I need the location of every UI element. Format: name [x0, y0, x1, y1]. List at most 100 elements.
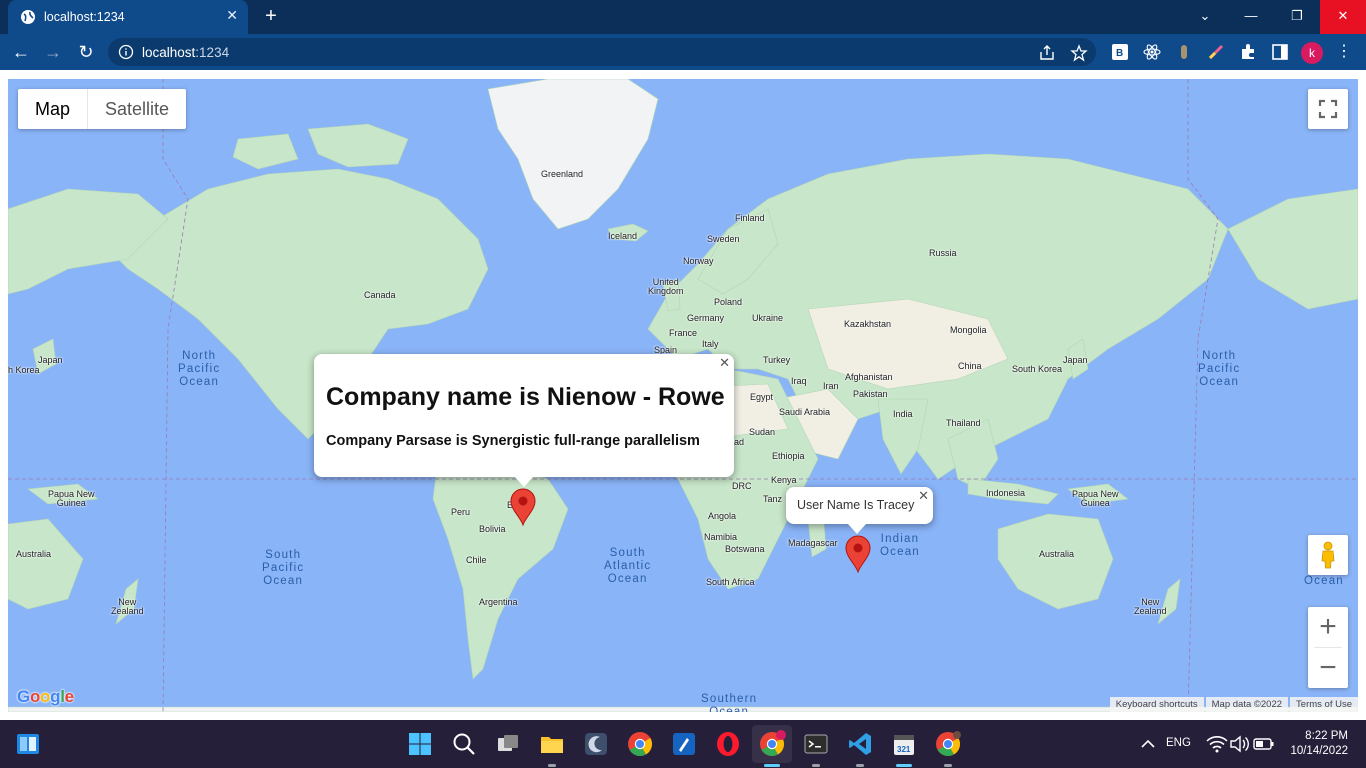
label-japan-right: Japan	[1063, 355, 1088, 365]
url-port: :1234	[195, 45, 230, 60]
info-window-company: ✕ Company name is Nienow - Rowe Company …	[314, 354, 734, 487]
color-picker-icon[interactable]	[1207, 43, 1225, 61]
file-explorer-icon[interactable]	[538, 730, 566, 758]
search-icon[interactable]	[450, 730, 478, 758]
chrome-icon[interactable]	[626, 730, 654, 758]
info-window-close-icon[interactable]: ✕	[719, 355, 730, 371]
clock-time: 8:22 PM	[1305, 730, 1348, 742]
start-windows-icon[interactable]	[406, 730, 434, 758]
label-indonesia: Indonesia	[986, 488, 1026, 498]
street-view-pegman-button[interactable]	[1308, 535, 1348, 575]
bookmark-star-icon[interactable]	[1070, 44, 1088, 62]
label-thailand: Thailand	[946, 418, 981, 428]
info-window-close-icon[interactable]: ✕	[918, 488, 929, 504]
tab-title: localhost:1234	[44, 10, 125, 24]
google-logo[interactable]: Google	[17, 687, 74, 707]
keyboard-shortcuts-link[interactable]: Keyboard shortcuts	[1109, 697, 1204, 712]
label-north-pacific-left: North Pacific Ocean	[178, 350, 221, 388]
label-south-africa: South Africa	[706, 577, 755, 587]
chrome-canary-icon[interactable]	[934, 730, 962, 758]
fullscreen-button[interactable]	[1308, 89, 1348, 129]
side-panel-icon[interactable]	[1271, 43, 1289, 61]
map-marker-indian-ocean[interactable]	[844, 535, 872, 573]
vscode-icon[interactable]	[846, 730, 874, 758]
tab-close-icon[interactable]: ✕	[226, 7, 238, 24]
system-clock[interactable]: 8:22 PM 10/14/2022	[1284, 729, 1348, 759]
label-turkey: Turkey	[763, 355, 791, 365]
widgets-icon[interactable]	[14, 730, 42, 758]
info-window-tail	[848, 524, 866, 534]
address-bar[interactable]: localhost:1234	[108, 38, 1096, 66]
extensions-puzzle-icon[interactable]	[1239, 43, 1257, 61]
share-icon[interactable]	[1038, 44, 1056, 62]
label-drc: DRC	[732, 481, 752, 491]
more-menu-icon[interactable]: ⋮	[1336, 42, 1352, 62]
chrome-profile-icon[interactable]	[758, 730, 786, 758]
label-greenland: Greenland	[541, 169, 584, 179]
label-france: France	[669, 328, 698, 338]
browser-tab-bar: localhost:1234 ✕ + ⌄ — ❐ ✕	[0, 0, 1366, 34]
label-india: India	[893, 409, 913, 419]
label-sweden: Sweden	[707, 234, 740, 244]
map-type-satellite-button[interactable]: Satellite	[87, 89, 186, 129]
user-name-text: User Name Is Tracey	[797, 498, 915, 512]
clock-date: 10/14/2022	[1290, 745, 1348, 757]
company-name-heading: Company name is Nienow - Rowe	[326, 383, 725, 411]
url-host: localhost	[142, 45, 196, 60]
extension-flask-icon[interactable]	[1175, 43, 1193, 61]
info-window-tail	[515, 477, 533, 487]
tray-chevron-up-icon[interactable]	[1134, 730, 1162, 758]
label-saudi-arabia: Saudi Arabia	[779, 407, 831, 417]
tab-search-icon[interactable]: ⌄	[1182, 0, 1228, 34]
label-united-kingdom: United Kingdom	[648, 277, 684, 296]
clapperboard-app-icon[interactable]: 321	[890, 730, 918, 758]
label-south-pacific-left: South Pacific Ocean	[262, 549, 305, 587]
label-iceland: Iceland	[608, 231, 638, 241]
opera-icon[interactable]	[714, 730, 742, 758]
new-tab-button[interactable]: +	[260, 5, 282, 27]
reload-icon[interactable]: ↻	[74, 40, 98, 64]
site-info-icon[interactable]	[118, 44, 134, 60]
zoom-in-button[interactable]: +	[1308, 607, 1348, 647]
browser-tab[interactable]: localhost:1234 ✕	[8, 0, 248, 34]
minimize-button[interactable]: —	[1228, 0, 1274, 34]
task-view-icon[interactable]	[494, 730, 522, 758]
restore-button[interactable]: ❐	[1274, 0, 1320, 34]
label-south-korea-left: h Korea	[8, 365, 40, 375]
terminal-icon[interactable]	[802, 730, 830, 758]
label-canada: Canada	[364, 290, 396, 300]
app-moon-icon[interactable]	[582, 730, 610, 758]
map-type-map-button[interactable]: Map	[18, 89, 87, 129]
label-botswana: Botswana	[725, 544, 765, 554]
extension-b-icon[interactable]: B	[1111, 43, 1129, 61]
terms-of-use-link[interactable]: Terms of Use	[1290, 697, 1358, 712]
svg-text:B: B	[1116, 48, 1123, 59]
label-kenya: Kenya	[771, 475, 797, 485]
label-sudan-partial: ad	[734, 437, 745, 447]
label-southern-ocean: Southern Ocean	[701, 693, 758, 712]
label-new-zealand-left: New Zealand	[111, 597, 144, 616]
label-papua-left: Papua New Guinea	[48, 489, 95, 508]
active-indicator	[764, 764, 780, 767]
label-afghanistan: Afghanistan	[845, 372, 893, 382]
label-argentina: Argentina	[479, 597, 518, 607]
forward-icon[interactable]: →	[41, 40, 65, 64]
language-indicator[interactable]: ENG	[1166, 737, 1191, 749]
profile-avatar[interactable]: k	[1301, 42, 1323, 64]
label-north-pacific-right: North Pacific Ocean	[1198, 350, 1241, 388]
window-close-button[interactable]: ✕	[1320, 0, 1366, 34]
label-china: China	[958, 361, 982, 371]
url-text: localhost:1234	[142, 45, 229, 60]
map-marker-south-america[interactable]	[509, 488, 537, 526]
app-dark-blue-icon[interactable]	[670, 730, 698, 758]
zoom-out-button[interactable]: −	[1308, 648, 1348, 688]
label-iran: Iran	[823, 381, 839, 391]
react-devtools-icon[interactable]	[1143, 43, 1161, 61]
battery-icon[interactable]	[1250, 730, 1278, 758]
google-map[interactable]: Greenland Iceland Finland Sweden Norway …	[8, 79, 1358, 712]
label-australia-left: Australia	[16, 549, 52, 559]
back-icon[interactable]: ←	[9, 40, 33, 64]
label-namibia: Namibia	[704, 532, 738, 542]
active-indicator	[896, 764, 912, 767]
label-kazakhstan: Kazakhstan	[844, 319, 892, 329]
